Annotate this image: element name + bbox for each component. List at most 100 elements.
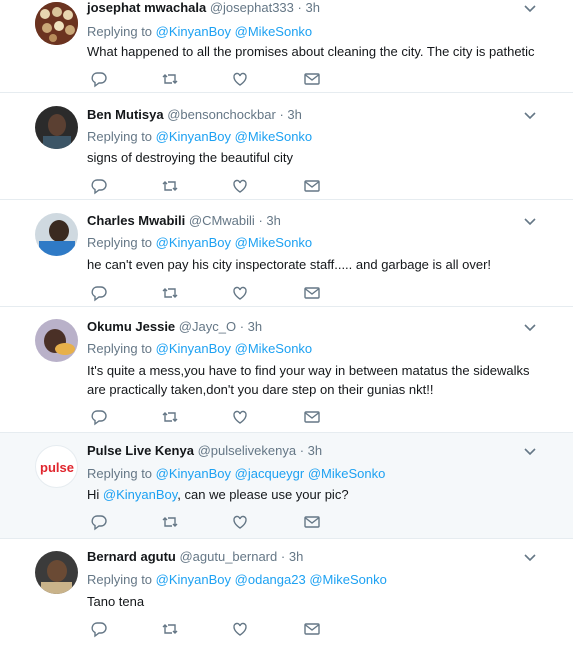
heart-icon[interactable] xyxy=(231,620,249,638)
replying-to-label: Replying to xyxy=(87,572,153,587)
retweet-icon[interactable] xyxy=(161,620,179,638)
display-name[interactable]: Pulse Live Kenya xyxy=(87,443,194,458)
avatar-image xyxy=(35,106,78,149)
retweet-icon[interactable] xyxy=(161,177,179,195)
mention-link[interactable]: @MikeSonko xyxy=(235,129,313,144)
timestamp[interactable]: 3h xyxy=(289,549,303,564)
chevron-down-icon[interactable] xyxy=(523,217,537,227)
tweet-actions xyxy=(87,620,347,638)
mention-link[interactable]: @KinyanBoy xyxy=(156,341,231,356)
chevron-down-icon[interactable] xyxy=(523,323,537,333)
envelope-icon[interactable] xyxy=(303,284,321,302)
avatar[interactable] xyxy=(35,213,78,256)
envelope-icon[interactable] xyxy=(303,620,321,638)
tweet-text: he can't even pay his city inspectorate … xyxy=(87,257,492,272)
handle[interactable]: @pulselivekenya xyxy=(198,443,296,458)
envelope-icon[interactable] xyxy=(303,408,321,426)
timestamp[interactable]: 3h xyxy=(305,0,319,15)
replying-to-label: Replying to xyxy=(87,24,153,39)
dot-separator: · xyxy=(239,319,245,334)
chevron-down-icon[interactable] xyxy=(523,447,537,457)
reply-icon[interactable] xyxy=(90,70,108,88)
handle[interactable]: @CMwabili xyxy=(189,213,255,228)
tweet[interactable]: pulse Pulse Live Kenya @pulselivekenya ·… xyxy=(0,433,573,539)
avatar[interactable]: pulse xyxy=(35,445,78,488)
replying-to-label: Replying to xyxy=(87,341,153,356)
avatar[interactable] xyxy=(35,551,78,594)
retweet-icon[interactable] xyxy=(161,408,179,426)
heart-icon[interactable] xyxy=(231,70,249,88)
mention-link[interactable]: @odanga23 xyxy=(235,572,306,587)
tweet[interactable]: Bernard agutu @agutu_bernard · 3h Replyi… xyxy=(0,539,573,645)
envelope-icon[interactable] xyxy=(303,177,321,195)
tweet-text: What happened to all the promises about … xyxy=(87,44,535,59)
heart-icon[interactable] xyxy=(231,177,249,195)
reply-icon[interactable] xyxy=(90,513,108,531)
handle[interactable]: @bensonchockbar xyxy=(167,107,276,122)
heart-icon[interactable] xyxy=(231,513,249,531)
avatar-image xyxy=(35,551,78,594)
mention-link[interactable]: @MikeSonko xyxy=(235,341,313,356)
retweet-icon[interactable] xyxy=(161,513,179,531)
tweet-text: It's quite a mess,you have to find your … xyxy=(87,363,530,397)
tweet[interactable]: josephat mwachala @josephat333 · 3h Repl… xyxy=(0,0,573,93)
mention-link[interactable]: @MikeSonko xyxy=(308,466,386,481)
mention-link[interactable]: @MikeSonko xyxy=(235,235,313,250)
handle[interactable]: @agutu_bernard xyxy=(179,549,277,564)
timestamp[interactable]: 3h xyxy=(287,107,301,122)
envelope-icon[interactable] xyxy=(303,513,321,531)
tweet[interactable]: Charles Mwabili @CMwabili · 3h Replying … xyxy=(0,200,573,307)
mention-link[interactable]: @KinyanBoy xyxy=(156,466,231,481)
mention-link[interactable]: @KinyanBoy xyxy=(156,572,231,587)
tweet[interactable]: Okumu Jessie @Jayc_O · 3h Replying to @K… xyxy=(0,307,573,433)
chevron-down-icon[interactable] xyxy=(523,111,537,121)
mention-link[interactable]: @KinyanBoy xyxy=(103,487,177,502)
tweet-text: Hi @KinyanBoy, can we please use your pi… xyxy=(87,485,537,504)
reply-icon[interactable] xyxy=(90,408,108,426)
display-name[interactable]: josephat mwachala xyxy=(87,0,206,15)
avatar-image xyxy=(35,213,78,256)
mention-link[interactable]: @KinyanBoy xyxy=(156,235,231,250)
dot-separator: · xyxy=(280,549,286,564)
tweet-text: Tano tena xyxy=(87,594,145,609)
replying-to-label: Replying to xyxy=(87,466,153,481)
text-segment: Hi xyxy=(87,487,103,502)
envelope-icon[interactable] xyxy=(303,70,321,88)
tweet-actions xyxy=(87,177,347,195)
reply-icon[interactable] xyxy=(90,284,108,302)
timestamp[interactable]: 3h xyxy=(248,319,262,334)
reply-icon[interactable] xyxy=(90,177,108,195)
avatar-image xyxy=(35,2,78,45)
handle[interactable]: @Jayc_O xyxy=(179,319,236,334)
mention-link[interactable]: @MikeSonko xyxy=(309,572,387,587)
mention-link[interactable]: @MikeSonko xyxy=(235,24,313,39)
avatar[interactable] xyxy=(35,106,78,149)
mention-link[interactable]: @jacqueygr xyxy=(235,466,305,481)
dot-separator: · xyxy=(258,213,263,228)
dot-separator: · xyxy=(299,443,305,458)
chevron-down-icon[interactable] xyxy=(523,553,537,563)
reply-icon[interactable] xyxy=(90,620,108,638)
retweet-icon[interactable] xyxy=(161,284,179,302)
tweet[interactable]: Ben Mutisya @bensonchockbar · 3h Replyin… xyxy=(0,93,573,200)
timestamp[interactable]: 3h xyxy=(266,213,280,228)
tweet-text: signs of destroying the beautiful city xyxy=(87,150,293,165)
display-name[interactable]: Ben Mutisya xyxy=(87,107,164,122)
display-name[interactable]: Bernard agutu xyxy=(87,549,176,564)
avatar[interactable] xyxy=(35,319,78,362)
dot-separator: · xyxy=(297,0,302,15)
display-name[interactable]: Charles Mwabili xyxy=(87,213,185,228)
display-name[interactable]: Okumu Jessie xyxy=(87,319,175,334)
handle[interactable]: @josephat333 xyxy=(210,0,294,15)
avatar-image xyxy=(35,319,78,362)
mention-link[interactable]: @KinyanBoy xyxy=(156,129,231,144)
retweet-icon[interactable] xyxy=(161,70,179,88)
timestamp[interactable]: 3h xyxy=(308,443,322,458)
avatar[interactable] xyxy=(35,2,78,45)
pulse-logo: pulse xyxy=(40,460,74,475)
heart-icon[interactable] xyxy=(231,408,249,426)
mention-link[interactable]: @KinyanBoy xyxy=(156,24,231,39)
heart-icon[interactable] xyxy=(231,284,249,302)
chevron-down-icon[interactable] xyxy=(523,4,537,14)
tweet-actions xyxy=(87,70,347,88)
